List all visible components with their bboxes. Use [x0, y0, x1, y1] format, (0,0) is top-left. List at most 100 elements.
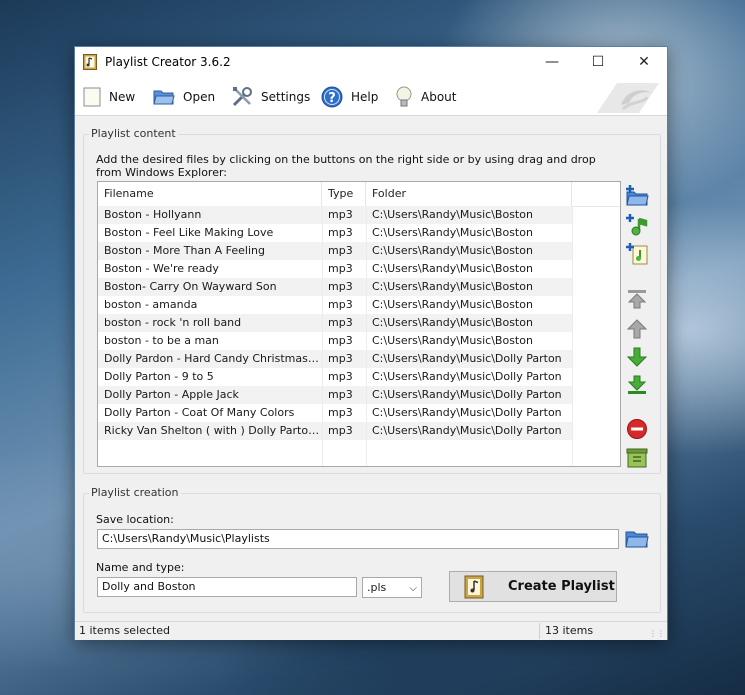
maximize-button[interactable]: ☐ — [575, 47, 621, 77]
table-row[interactable]: Dolly Pardon - Hard Candy Christmas (Bes… — [98, 350, 572, 368]
cell-folder: C:\Users\Randy\Music\Boston — [372, 226, 533, 239]
column-folder[interactable]: Folder — [366, 182, 572, 206]
save-location-label: Save location: — [96, 513, 174, 526]
column-type[interactable]: Type — [322, 182, 366, 206]
cell-type: mp3 — [328, 334, 353, 347]
table-row[interactable]: boston - to be a man mp3 C:\Users\Randy\Mu… — [98, 332, 572, 350]
playlist-file-icon — [464, 575, 484, 598]
name-type-label: Name and type: — [96, 561, 185, 574]
cell-folder: C:\Users\Randy\Music\Dolly Parton — [372, 424, 562, 437]
column-divider — [572, 206, 573, 466]
new-label: New — [109, 90, 136, 104]
cell-type: mp3 — [328, 316, 353, 329]
cell-folder: C:\Users\Randy\Music\Boston — [372, 262, 533, 275]
playlist-creation-title: Playlist creation — [89, 486, 181, 499]
settings-label: Settings — [261, 90, 311, 104]
instructions-text: Add the desired files by clicking on the… — [96, 153, 596, 179]
help-button[interactable]: ? Help — [321, 85, 378, 109]
cell-type: mp3 — [328, 244, 353, 257]
table-row[interactable]: Dolly Parton - Coat Of Many Colors mp3 C:\… — [98, 404, 572, 422]
table-row[interactable]: Boston - We're ready mp3 C:\Users\Randy\Mu… — [98, 260, 572, 278]
playlist-type-value: .pls — [367, 581, 387, 594]
add-folder-button[interactable] — [625, 183, 649, 207]
clear-list-button[interactable] — [625, 445, 649, 469]
cell-filename: Boston - Hollyann — [104, 208, 202, 221]
about-label: About — [421, 90, 457, 104]
table-row[interactable]: Boston - Hollyann mp3 C:\Users\Randy\Music… — [98, 206, 572, 224]
cell-type: mp3 — [328, 262, 353, 275]
table-row[interactable]: boston - amanda mp3 C:\Users\Randy\Music\B… — [98, 296, 572, 314]
cell-filename: boston - amanda — [104, 298, 198, 311]
lightbulb-icon — [396, 86, 412, 107]
about-button[interactable]: About — [395, 85, 456, 109]
close-button[interactable]: ✕ — [621, 47, 667, 77]
cell-folder: C:\Users\Randy\Music\Boston — [372, 244, 533, 257]
table-row[interactable]: Ricky Van Shelton ( with ) Dolly Parton-… — [98, 422, 572, 440]
cell-filename: Boston - We're ready — [104, 262, 219, 275]
new-icon — [83, 87, 101, 107]
remove-icon — [627, 419, 647, 439]
table-row[interactable]: Boston - Feel Like Making Love mp3 C:\User… — [98, 224, 572, 242]
move-up-icon — [626, 319, 648, 339]
cell-filename: Dolly Parton - 9 to 5 — [104, 370, 214, 383]
cell-folder: C:\Users\Randy\Music\Boston — [372, 280, 533, 293]
table-row[interactable]: Dolly Parton - 9 to 5 mp3 C:\Users\Randy\M… — [98, 368, 572, 386]
cell-type: mp3 — [328, 208, 353, 221]
cell-type: mp3 — [328, 226, 353, 239]
playlist-type-select[interactable]: .pls ⌵ — [362, 577, 422, 598]
minimize-button[interactable]: — — [529, 47, 575, 77]
table-row[interactable]: Boston - More Than A Feeling mp3 C:\Users\… — [98, 242, 572, 260]
playlist-content-title: Playlist content — [89, 127, 178, 140]
cell-folder: C:\Users\Randy\Music\Dolly Parton — [372, 370, 562, 383]
title-bar[interactable]: Playlist Creator 3.6.2 — ☐ ✕ — [75, 47, 667, 77]
browse-button[interactable] — [625, 527, 649, 551]
table-row[interactable]: boston - rock 'n roll band mp3 C:\Users\Ra… — [98, 314, 572, 332]
open-button[interactable]: Open — [153, 85, 215, 109]
cell-type: mp3 — [328, 298, 353, 311]
settings-button[interactable]: Settings — [231, 85, 310, 109]
move-down-icon — [626, 347, 648, 367]
table-row[interactable]: Boston- Carry On Wayward Son mp3 C:\Users\… — [98, 278, 572, 296]
selection-status: 1 items selected — [79, 624, 171, 637]
cell-folder: C:\Users\Randy\Music\Dolly Parton — [372, 352, 562, 365]
cell-type: mp3 — [328, 352, 353, 365]
resize-grip-icon[interactable]: ⋮⋮ — [649, 629, 665, 638]
file-list[interactable]: Filename Type Folder Boston - Hollyann mp… — [97, 181, 621, 467]
add-playlist-icon — [626, 243, 648, 265]
save-location-field[interactable]: C:\Users\Randy\Music\Playlists — [97, 529, 619, 549]
cell-filename: Dolly Parton - Coat Of Many Colors — [104, 406, 295, 419]
app-window: Playlist Creator 3.6.2 — ☐ ✕ New Open Se… — [74, 46, 668, 640]
move-bottom-icon — [627, 375, 647, 394]
move-up-button[interactable] — [625, 317, 649, 341]
playlist-name-field[interactable]: Dolly and Boston — [97, 577, 357, 597]
cell-filename: Boston - More Than A Feeling — [104, 244, 265, 257]
cell-filename: boston - rock 'n roll band — [104, 316, 242, 329]
cell-type: mp3 — [328, 406, 353, 419]
cell-folder: C:\Users\Randy\Music\Boston — [372, 208, 533, 221]
table-row[interactable]: Dolly Parton - Apple Jack mp3 C:\Users\Ran… — [98, 386, 572, 404]
remove-button[interactable] — [625, 417, 649, 441]
list-header: Filename Type Folder — [98, 182, 620, 207]
clear-list-icon — [626, 448, 648, 468]
cell-folder: C:\Users\Randy\Music\Boston — [372, 334, 533, 347]
create-playlist-button[interactable]: Create Playlist — [449, 571, 617, 602]
new-button[interactable]: New — [83, 85, 135, 109]
chevron-down-icon: ⌵ — [409, 583, 417, 594]
cell-filename: Ricky Van Shelton ( with ) Dolly Parton-… — [104, 424, 322, 437]
column-filename[interactable]: Filename — [98, 182, 322, 206]
move-down-button[interactable] — [625, 345, 649, 369]
add-playlist-button[interactable] — [625, 242, 649, 266]
help-label: Help — [351, 90, 379, 104]
add-files-button[interactable] — [625, 213, 649, 237]
help-icon: ? — [321, 86, 343, 108]
move-top-button[interactable] — [625, 287, 649, 311]
brand-logo — [597, 83, 659, 113]
cell-folder: C:\Users\Randy\Music\Boston — [372, 316, 533, 329]
window-title: Playlist Creator 3.6.2 — [105, 55, 231, 69]
cell-type: mp3 — [328, 388, 353, 401]
open-label: Open — [183, 90, 216, 104]
move-bottom-button[interactable] — [625, 373, 649, 397]
cell-filename: Dolly Parton - Apple Jack — [104, 388, 239, 401]
status-separator — [539, 623, 540, 639]
cell-type: mp3 — [328, 370, 353, 383]
